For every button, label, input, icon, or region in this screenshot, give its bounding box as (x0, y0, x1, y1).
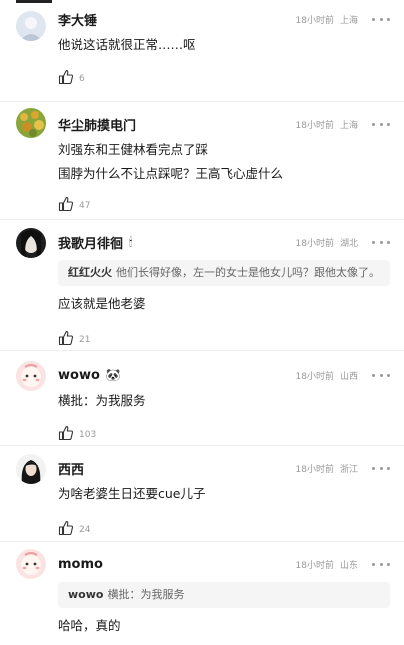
comment-location: 湖北 (339, 238, 358, 249)
avatar[interactable] (16, 228, 46, 258)
like-count: 47 (79, 201, 91, 211)
avatar[interactable] (16, 108, 46, 138)
comment-item: momo 18小时前 山东 wowo 横批：为我服务 哈哈，真的 (0, 541, 404, 645)
thumbs-up-icon (58, 331, 74, 346)
username[interactable]: 我歌月徘徊 (58, 233, 123, 252)
comment-location: 浙江 (339, 464, 358, 475)
comment-list: 李大锤 18小时前 上海 他说这话就很正常……呕 6 华尘肺摸电门 18小时前 上海… (0, 0, 404, 645)
more-options-icon[interactable] (372, 122, 390, 126)
comment-text: 围脖为什么不让点踩呢？王高飞心虚什么 (58, 166, 284, 181)
comment-meta: 18小时前 上海 (296, 13, 358, 26)
comment-text: 应该就是他老婆 (58, 296, 146, 311)
comment-time: 18小时前 (295, 15, 334, 26)
comment-item: 华尘肺摸电门 18小时前 上海 刘强东和王健林看完点了踩 围脖为什么不让点踩呢？王… (0, 101, 404, 219)
comment-location: 山东 (339, 560, 358, 571)
quoted-reply[interactable]: wowo 横批：为我服务 (58, 582, 390, 608)
comment-meta: 18小时前 山东 (296, 558, 358, 571)
comment-time: 18小时前 (295, 464, 334, 475)
comment-meta: 18小时前 浙江 (296, 462, 358, 475)
comment-text: 刘强东和王健林看完点了踩 (58, 142, 209, 157)
comment-location: 上海 (339, 120, 358, 131)
quoted-username: wowo (68, 588, 104, 601)
comment-location: 上海 (339, 15, 358, 26)
comment-time: 18小时前 (295, 120, 334, 131)
comment-location: 山西 (339, 371, 358, 382)
more-options-icon[interactable] (372, 466, 390, 470)
more-options-icon[interactable] (372, 562, 390, 566)
panda-badge-icon: 🐼 (105, 368, 121, 382)
more-options-icon[interactable] (372, 373, 390, 377)
candle-badge-icon: 🕯 (129, 235, 133, 249)
like-count: 103 (79, 430, 97, 440)
comment-item: wowo 🐼 18小时前 山西 横批：为我服务 103 (0, 350, 404, 445)
comment-time: 18小时前 (295, 560, 334, 571)
more-options-icon[interactable] (372, 17, 390, 21)
like-count: 21 (79, 335, 91, 345)
comment-text: 为啥老婆生日还要cue儿子 (58, 486, 206, 501)
comment-time: 18小时前 (295, 238, 334, 249)
quoted-username: 红红火火 (68, 266, 112, 279)
avatar[interactable] (16, 549, 46, 579)
username[interactable]: 李大锤 (58, 10, 97, 29)
avatar[interactable] (16, 454, 46, 484)
username[interactable]: 华尘肺摸电门 (58, 115, 136, 134)
like-button[interactable]: 21 (58, 322, 390, 346)
quoted-reply[interactable]: 红红火火 他们长得好像，左一的女士是他女儿吗？跟他太像了。 (58, 260, 390, 286)
username[interactable]: 西西 (58, 459, 84, 478)
thumbs-up-icon (58, 521, 74, 536)
comment-item: 西西 18小时前 浙江 为啥老婆生日还要cue儿子 24 (0, 445, 404, 541)
thumbs-up-icon (58, 70, 74, 85)
like-button[interactable]: 6 (58, 61, 390, 85)
username[interactable]: momo (58, 557, 103, 572)
username[interactable]: wowo (58, 368, 100, 383)
avatar[interactable] (16, 361, 46, 391)
comment-text: 他说这话就很正常……呕 (58, 37, 196, 52)
like-count: 24 (79, 525, 91, 535)
thumbs-up-icon (58, 426, 74, 441)
comment-text: 横批：为我服务 (58, 393, 146, 408)
comment-meta: 18小时前 上海 (296, 118, 358, 131)
avatar[interactable] (16, 11, 46, 41)
like-button[interactable]: 103 (58, 417, 390, 441)
like-button[interactable]: 47 (58, 188, 390, 212)
comment-text: 哈哈，真的 (58, 618, 121, 633)
quoted-text: 横批：为我服务 (107, 588, 185, 601)
thumbs-up-icon (58, 197, 74, 212)
like-button[interactable]: 24 (58, 512, 390, 536)
comment-meta: 18小时前 湖北 (296, 236, 358, 249)
like-count: 6 (79, 74, 85, 84)
comment-item: 李大锤 18小时前 上海 他说这话就很正常……呕 6 (0, 5, 404, 101)
quoted-text: 他们长得好像，左一的女士是他女儿吗？跟他太像了。 (116, 266, 380, 279)
comment-item: 我歌月徘徊 🕯 18小时前 湖北 红红火火 他们长得好像，左一的女士是他女儿吗？跟他… (0, 219, 404, 350)
comment-meta: 18小时前 山西 (296, 369, 358, 382)
comment-time: 18小时前 (295, 371, 334, 382)
more-options-icon[interactable] (372, 240, 390, 244)
